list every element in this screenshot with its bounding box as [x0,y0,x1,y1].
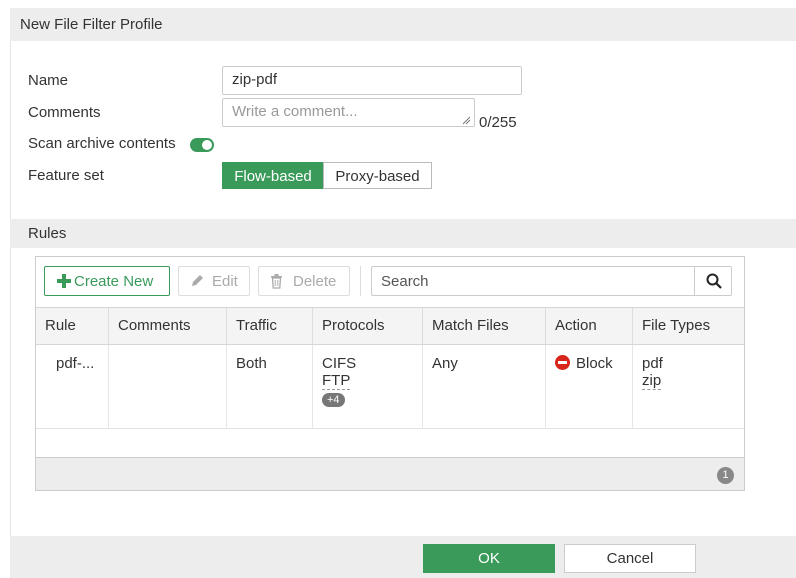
create-new-label: Create New [74,273,154,290]
protocol-item[interactable]: FTP [322,373,351,390]
scan-archive-label: Scan archive contents [28,135,176,152]
file-type-item[interactable]: zip [642,373,662,390]
name-input[interactable]: zip-pdf [222,66,522,95]
column-header-traffic[interactable]: Traffic [227,308,313,344]
edit-label: Edit [212,273,238,290]
protocol-item: CIFS [322,355,357,372]
resize-grip-icon[interactable] [461,115,471,125]
row-count-badge: 1 [717,467,734,484]
cancel-button[interactable]: Cancel [564,544,696,573]
column-header-rule[interactable]: Rule [36,308,109,344]
file-type-item: pdf [642,355,663,372]
name-label: Name [28,72,69,89]
comments-label: Comments [28,104,101,121]
action-label: Block [576,355,613,372]
cell-traffic: Both [227,345,313,428]
delete-button[interactable]: Delete [258,266,350,296]
block-icon [555,355,570,370]
cell-file-types: pdf zip [633,345,744,428]
search-icon [706,273,722,289]
rules-toolbar: Create New Edit Delete Search [36,257,744,303]
rules-table-panel: Create New Edit Delete Search Rule Comme… [35,256,745,491]
cell-comments [109,345,227,428]
cell-action: Block [546,345,633,428]
pencil-icon [192,275,203,286]
dialog-border [10,41,11,536]
table-row[interactable]: pdf-... Both CIFS FTP +4 Any Block pdf z… [36,345,744,429]
comments-counter: 0/255 [479,114,517,131]
cell-protocols: CIFS FTP +4 [313,345,423,428]
rules-section-title: Rules [10,219,796,248]
dialog-title: New File Filter Profile [10,8,796,41]
search-input[interactable]: Search [371,266,732,296]
search-button[interactable] [694,267,731,295]
toolbar-divider [360,266,361,296]
column-header-action[interactable]: Action [546,308,633,344]
feature-set-proxy-based[interactable]: Proxy-based [323,162,432,189]
protocols-more-badge[interactable]: +4 [322,393,345,407]
column-header-file-types[interactable]: File Types [633,308,744,344]
cell-rule: pdf-... [36,345,109,428]
plus-icon [57,274,71,288]
rules-table-footer: 1 [36,457,744,490]
cell-match-files: Any [423,345,546,428]
scan-archive-toggle[interactable] [190,138,214,152]
rules-table-header: Rule Comments Traffic Protocols Match Fi… [36,307,744,345]
column-header-comments[interactable]: Comments [109,308,227,344]
feature-set-label: Feature set [28,167,104,184]
toggle-knob [202,140,212,150]
edit-button[interactable]: Edit [178,266,250,296]
trash-icon [271,274,282,289]
comments-textarea[interactable]: Write a comment... [222,98,475,127]
search-placeholder: Search [381,273,429,290]
create-new-button[interactable]: Create New [44,266,170,296]
comments-placeholder: Write a comment... [232,103,358,120]
feature-set-flow-based[interactable]: Flow-based [222,162,324,189]
delete-label: Delete [293,273,337,290]
ok-button[interactable]: OK [423,544,555,573]
column-header-protocols[interactable]: Protocols [313,308,423,344]
column-header-match-files[interactable]: Match Files [423,308,546,344]
